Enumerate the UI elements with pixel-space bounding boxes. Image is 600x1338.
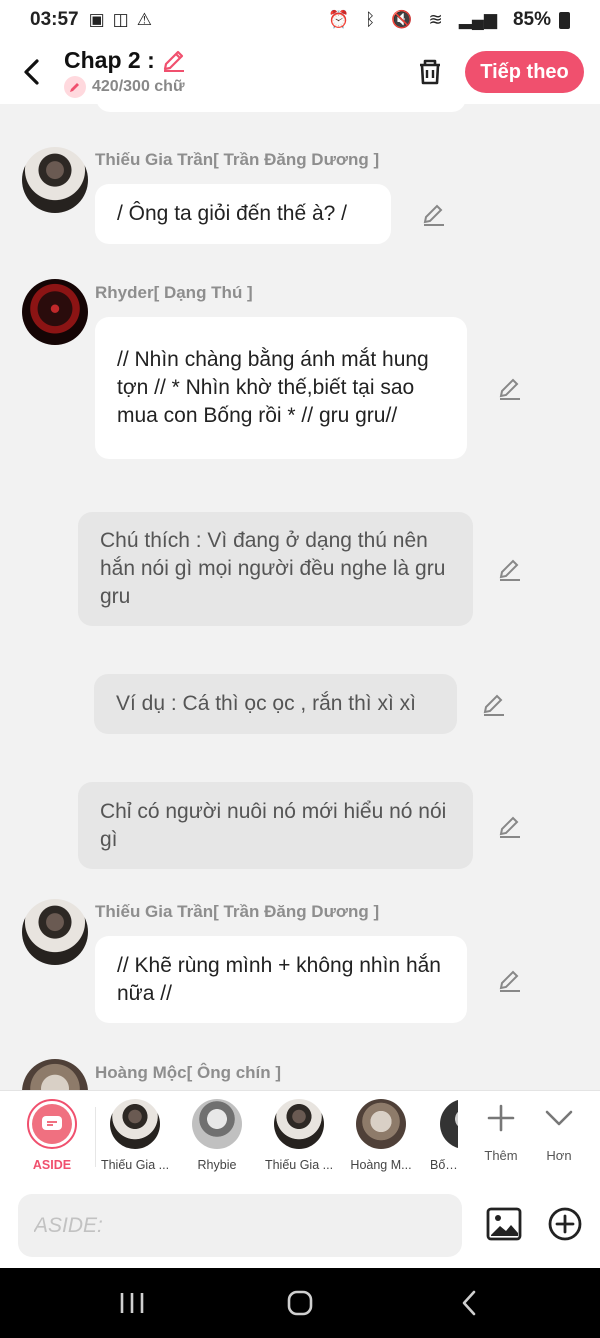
aside-bubble[interactable]: Chỉ có người nuôi nó mới hiểu nó nói gì	[78, 782, 473, 869]
message-bubble[interactable]: / Ông ta giỏi đến thế à? /	[95, 184, 391, 244]
gallery-icon: ▣	[88, 10, 105, 29]
avatar	[192, 1099, 242, 1149]
aside-bubble[interactable]: Ví dụ : Cá thì ọc ọc , rắn thì xì xì	[94, 674, 457, 734]
avatar	[440, 1099, 458, 1149]
message-text: // Nhìn chàng bằng ánh mắt hung tợn // *…	[117, 348, 429, 427]
character-label: Thiếu Gia ...	[100, 1158, 170, 1172]
status-time: 03:57	[30, 9, 79, 30]
character-bar: ASIDE Thiếu Gia ... Rhybie Thiếu Gia ...…	[0, 1090, 600, 1185]
character-item[interactable]: Bống	[420, 1099, 458, 1172]
delete-button[interactable]	[412, 54, 448, 90]
aside-text: Chú thích : Vì đang ở dạng thú nên hắn n…	[100, 529, 446, 608]
edit-message-icon[interactable]	[496, 555, 524, 583]
battery-icon	[559, 11, 570, 29]
character-label: ASIDE	[32, 1158, 72, 1172]
home-button[interactable]	[282, 1288, 318, 1318]
word-count: 420/300 chữ	[64, 75, 187, 98]
character-label: Rhybie	[197, 1158, 237, 1172]
message-bubble[interactable]: // Nhìn chàng bằng ánh mắt hung tợn // *…	[95, 317, 467, 459]
previous-bubble	[96, 104, 466, 112]
edit-message-icon[interactable]	[496, 812, 524, 840]
add-label: Thêm	[484, 1148, 518, 1163]
system-nav-bar	[0, 1268, 600, 1338]
character-label: Thiếu Gia ...	[264, 1158, 334, 1172]
aside-input[interactable]	[18, 1194, 462, 1257]
recent-apps-button[interactable]	[114, 1288, 150, 1318]
plus-icon	[487, 1104, 515, 1132]
system-back-button[interactable]	[452, 1288, 488, 1318]
input-bar	[0, 1185, 600, 1268]
recents-icon	[120, 1293, 144, 1313]
chat-bubble-icon	[42, 1116, 62, 1130]
character-item[interactable]: Rhybie	[177, 1099, 257, 1172]
insert-image-button[interactable]	[485, 1205, 523, 1243]
word-count-text: 420/300 chữ	[92, 77, 185, 95]
edit-message-icon[interactable]	[420, 200, 448, 228]
pen-icon	[64, 75, 86, 98]
speaker-name: Thiếu Gia Trần[ Trần Đăng Dương ]	[95, 902, 380, 921]
add-button[interactable]	[546, 1205, 584, 1243]
avatar	[274, 1099, 324, 1149]
speaker-name: Hoàng Mộc[ Ông chín ]	[95, 1063, 282, 1082]
message-text: / Ông ta giỏi đến thế à? /	[117, 202, 347, 225]
back-arrow-icon	[24, 59, 39, 85]
avatar[interactable]	[22, 147, 88, 213]
status-bar: 03:57 ▣ ◫ ⚠ ⏰ ᛒ 🔇 ≋ ▂▄▆ 85%	[0, 0, 600, 40]
battery-percent: 85%	[512, 9, 551, 30]
chapter-title-block: Chap 2 : 420/300 chữ	[64, 47, 187, 98]
mute-icon: 🔇	[391, 10, 413, 29]
speaker-name: Rhyder[ Dạng Thú ]	[95, 283, 253, 302]
more-label: Hơn	[546, 1148, 572, 1163]
back-icon	[462, 1290, 476, 1316]
aside-bubble[interactable]: Chú thích : Vì đang ở dạng thú nên hắn n…	[78, 512, 473, 626]
top-app-bar: Chap 2 : 420/300 chữ Tiếp theo	[0, 40, 600, 104]
message-text: // Khẽ rùng mình + không nhìn hắn nữa //	[117, 953, 441, 1005]
chapter-title[interactable]: Chap 2 :	[64, 47, 187, 74]
character-item[interactable]: Thiếu Gia ...	[259, 1099, 339, 1172]
chevron-down-icon	[545, 1110, 573, 1126]
edit-message-icon[interactable]	[496, 374, 524, 402]
avatar[interactable]	[22, 279, 88, 345]
trash-icon	[420, 59, 440, 85]
chat-area[interactable]: Thiếu Gia Trần[ Trần Đăng Dương ] / Ông …	[0, 104, 600, 1090]
character-item[interactable]: Thiếu Gia ...	[95, 1099, 175, 1172]
back-button[interactable]	[0, 40, 64, 104]
aside-text: Ví dụ : Cá thì ọc ọc , rắn thì xì xì	[116, 692, 416, 715]
image-icon	[486, 1207, 522, 1241]
character-label: Hoàng M...	[350, 1158, 412, 1172]
next-button[interactable]: Tiếp theo	[465, 51, 584, 93]
edit-message-icon[interactable]	[496, 966, 524, 994]
cast-icon: ◫	[112, 10, 129, 29]
character-item[interactable]: Hoàng M...	[341, 1099, 421, 1172]
edit-message-icon[interactable]	[480, 690, 508, 718]
bluetooth-icon: ᛒ	[365, 10, 376, 29]
avatar	[110, 1099, 160, 1149]
speaker-name: Thiếu Gia Trần[ Trần Đăng Dương ]	[95, 150, 380, 169]
wifi-icon: ≋	[428, 10, 443, 29]
add-character-button[interactable]: Thêm	[474, 1103, 528, 1163]
signal-icon: ▂▄▆	[458, 10, 497, 29]
warning-icon: ⚠	[136, 10, 152, 29]
character-aside[interactable]: ASIDE	[12, 1099, 92, 1172]
chapter-title-text: Chap 2 :	[64, 46, 155, 73]
aside-text: Chỉ có người nuôi nó mới hiểu nó nói gì	[100, 799, 447, 851]
edit-title-icon[interactable]	[161, 47, 187, 73]
avatar[interactable]	[22, 899, 88, 965]
home-icon	[287, 1290, 313, 1316]
character-label: Bống	[430, 1158, 458, 1172]
avatar	[356, 1099, 406, 1149]
plus-circle-icon	[548, 1207, 582, 1241]
message-bubble[interactable]: // Khẽ rùng mình + không nhìn hắn nữa //	[95, 936, 467, 1023]
aside-avatar	[27, 1099, 77, 1149]
more-button[interactable]: Hơn	[532, 1103, 586, 1163]
alarm-icon: ⏰	[327, 10, 350, 29]
avatar[interactable]	[22, 1059, 88, 1090]
